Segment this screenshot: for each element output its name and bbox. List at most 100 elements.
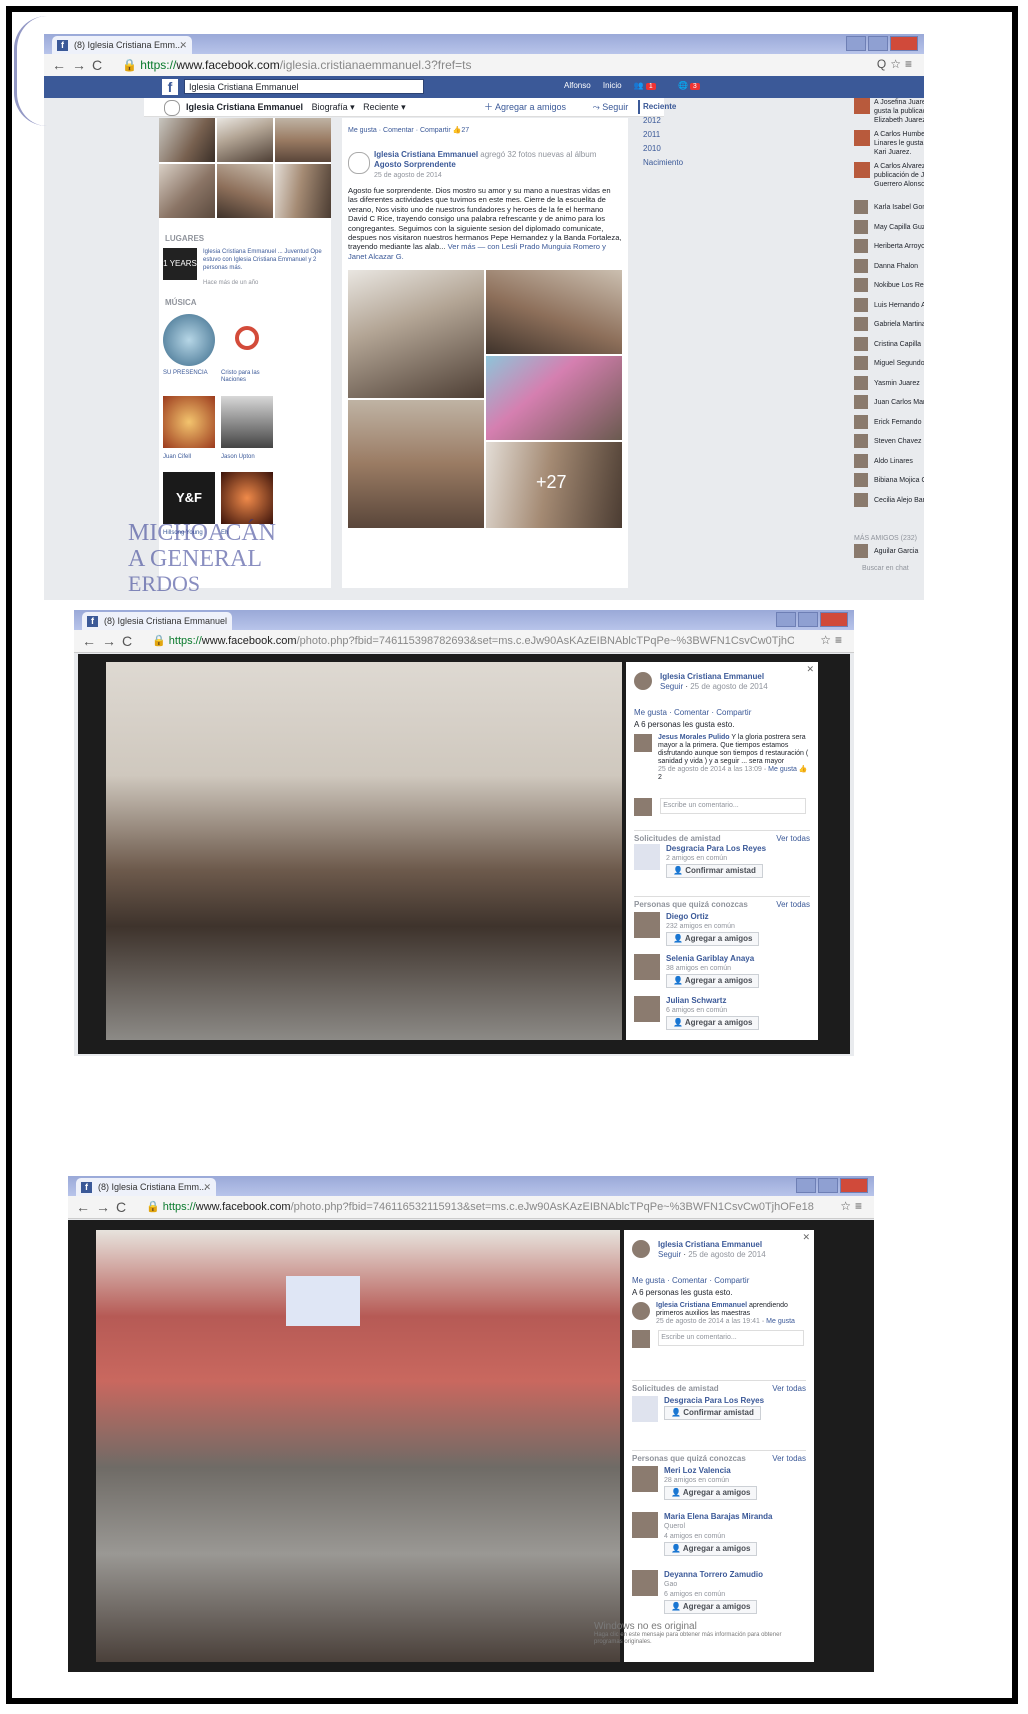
- follow-link[interactable]: Seguir: [660, 682, 683, 691]
- chat-search-input[interactable]: Buscar en chat: [862, 564, 909, 574]
- place-text[interactable]: Iglesia Cristiana Emmanuel ... Juventud …: [203, 248, 327, 272]
- music-cover-eh[interactable]: [221, 472, 273, 524]
- add-friend-button[interactable]: 👤 Agregar a amigos: [666, 1016, 760, 1030]
- add-friend-button[interactable]: 👤 Agregar a amigos: [666, 974, 760, 988]
- music-title[interactable]: Jason Upton: [221, 452, 255, 462]
- panel-page-name[interactable]: Iglesia Cristiana Emmanuel: [658, 1240, 766, 1250]
- pymk-name[interactable]: Maria Elena Barajas Miranda: [664, 1512, 773, 1522]
- photo-thumb[interactable]: [159, 118, 215, 162]
- year-item[interactable]: 2010: [638, 142, 708, 156]
- avatar[interactable]: [634, 734, 652, 752]
- album-photo[interactable]: [348, 270, 484, 398]
- browser-menu-icons[interactable]: ☆≡: [840, 1199, 866, 1213]
- likes-summary[interactable]: A 6 personas les gusta esto.: [632, 1288, 806, 1298]
- pymk-name[interactable]: Selenia Gariblay Anaya: [666, 954, 759, 964]
- comment-input[interactable]: Escribe un comentario...: [658, 1330, 805, 1346]
- facebook-search-input[interactable]: Iglesia Cristiana Emmanuel: [184, 79, 424, 94]
- share-button[interactable]: Compartir: [716, 708, 751, 717]
- see-more-link[interactable]: Ver más: [448, 242, 476, 251]
- music-cover-su-presencia[interactable]: [163, 314, 215, 366]
- see-all-link[interactable]: Ver todas: [772, 1384, 806, 1394]
- avatar[interactable]: [632, 1512, 658, 1538]
- request-name[interactable]: Desgracia Para Los Reyes: [664, 1396, 764, 1406]
- ticker-item[interactable]: A Carlos Alvarez le gusta la publicación…: [854, 162, 924, 189]
- ticker-item[interactable]: A Carlos Humberto Cortes Linares le gust…: [854, 130, 924, 157]
- pymk-name[interactable]: Deyanna Torrero Zamudio: [664, 1570, 763, 1580]
- nav-biografia[interactable]: Biografía ▾: [312, 102, 355, 112]
- minimize-button[interactable]: [796, 1178, 816, 1193]
- chat-friend[interactable]: Steven ChavezCelular: [854, 434, 924, 450]
- page-avatar[interactable]: [632, 1302, 650, 1320]
- close-window-button[interactable]: [820, 612, 848, 627]
- ticker-item[interactable]: A Josefina Juarezgomez le gusta la publi…: [854, 98, 924, 125]
- panel-page-name[interactable]: Iglesia Cristiana Emmanuel: [660, 672, 768, 682]
- chat-friend[interactable]: Nokibue Los Re...Celular: [854, 278, 924, 294]
- chat-friend[interactable]: Bibiana Mojica O...Celular: [854, 473, 924, 489]
- photo-thumb[interactable]: [217, 118, 273, 162]
- minimize-button[interactable]: [776, 612, 796, 627]
- album-photo-more[interactable]: +27: [486, 442, 622, 528]
- caption-author[interactable]: Iglesia Cristiana Emmanuel: [656, 1302, 747, 1309]
- friend-requests-icon[interactable]: 👥 1: [634, 81, 666, 90]
- chat-friend[interactable]: Aguilar Garcia: [854, 544, 924, 560]
- chat-friend[interactable]: Erick FernandoCelular: [854, 414, 924, 431]
- share-button[interactable]: Compartir: [420, 127, 451, 134]
- browser-tab[interactable]: f (8) Iglesia Cristiana Emmanuel: [82, 612, 232, 630]
- music-title[interactable]: Juan Cifell: [163, 452, 191, 462]
- album-photo[interactable]: [486, 356, 622, 440]
- tab-close-icon[interactable]: ✕: [203, 1178, 211, 1196]
- tab-close-icon[interactable]: ✕: [179, 36, 187, 54]
- back-forward-reload-icons[interactable]: ←→C: [82, 633, 138, 649]
- chat-friend[interactable]: Heriberta Arroyo d...Celular: [854, 239, 924, 255]
- avatar[interactable]: [634, 954, 660, 980]
- caption-like[interactable]: Me gusta: [766, 1318, 795, 1325]
- confirm-friend-button[interactable]: 👤 Confirmar amistad: [666, 864, 763, 878]
- browser-menu-icons[interactable]: ☆≡: [820, 633, 846, 647]
- back-forward-reload-icons[interactable]: ←→C: [76, 1199, 132, 1215]
- see-all-link[interactable]: Ver todas: [772, 1454, 806, 1464]
- chat-friend[interactable]: Cristina CapillaCelular: [854, 336, 924, 353]
- chat-friend[interactable]: Yasmin JuarezCelular: [854, 375, 924, 392]
- photo-thumb[interactable]: [275, 164, 331, 218]
- minimize-button[interactable]: [846, 36, 866, 51]
- url-field[interactable]: 🔒 https://www.facebook.com/photo.php?fbi…: [146, 1200, 814, 1213]
- music-cover-yf[interactable]: Y&F: [163, 472, 215, 524]
- year-item[interactable]: Nacimiento: [638, 156, 708, 170]
- pymk-name[interactable]: Diego Ortiz: [666, 912, 759, 922]
- maximize-button[interactable]: [798, 612, 818, 627]
- url-field[interactable]: 🔒 https://www.facebook.com/iglesia.crist…: [122, 58, 864, 72]
- post-avatar-icon[interactable]: [348, 152, 370, 174]
- avatar[interactable]: [632, 1396, 658, 1422]
- avatar[interactable]: [632, 1466, 658, 1492]
- see-all-link[interactable]: Ver todas: [776, 900, 810, 910]
- follow-button[interactable]: ⤳ Seguir: [593, 102, 641, 112]
- avatar[interactable]: [634, 844, 660, 870]
- like-button[interactable]: Me gusta: [348, 127, 377, 134]
- back-forward-reload-icons[interactable]: ←→C: [52, 57, 108, 73]
- maximize-button[interactable]: [868, 36, 888, 51]
- add-friend-button[interactable]: ＋ Agregar a amigos: [484, 102, 578, 112]
- close-window-button[interactable]: [840, 1178, 868, 1193]
- chat-friend[interactable]: Juan Carlos Mar...Celular: [854, 395, 924, 411]
- chat-friend[interactable]: Aldo LinaresCelular: [854, 453, 924, 470]
- close-window-button[interactable]: [890, 36, 918, 51]
- nav-reciente[interactable]: Reciente ▾: [363, 102, 406, 112]
- confirm-friend-button[interactable]: 👤 Confirmar amistad: [664, 1406, 761, 1420]
- follow-link[interactable]: Seguir: [658, 1250, 681, 1259]
- comment-like[interactable]: Me gusta: [768, 766, 797, 773]
- music-cover-jason[interactable]: [221, 396, 273, 448]
- comment-author[interactable]: Jesus Morales Pulido: [658, 734, 730, 741]
- year-item[interactable]: Reciente: [638, 100, 708, 114]
- chat-friend[interactable]: Gabriela Martina...Celular: [854, 317, 924, 333]
- viewer-photo[interactable]: [96, 1230, 620, 1662]
- add-friend-button[interactable]: 👤 Agregar a amigos: [666, 932, 760, 946]
- viewer-photo[interactable]: [106, 662, 622, 1040]
- page-avatar[interactable]: [632, 1240, 650, 1258]
- comment-button[interactable]: Comentar: [674, 708, 709, 717]
- avatar[interactable]: [632, 1570, 658, 1596]
- year-item[interactable]: 2011: [638, 128, 708, 142]
- request-name[interactable]: Desgracia Para Los Reyes: [666, 844, 766, 854]
- like-button[interactable]: Me gusta: [632, 1276, 665, 1285]
- add-friend-button[interactable]: 👤 Agregar a amigos: [664, 1542, 758, 1556]
- music-cover-juan[interactable]: [163, 396, 215, 448]
